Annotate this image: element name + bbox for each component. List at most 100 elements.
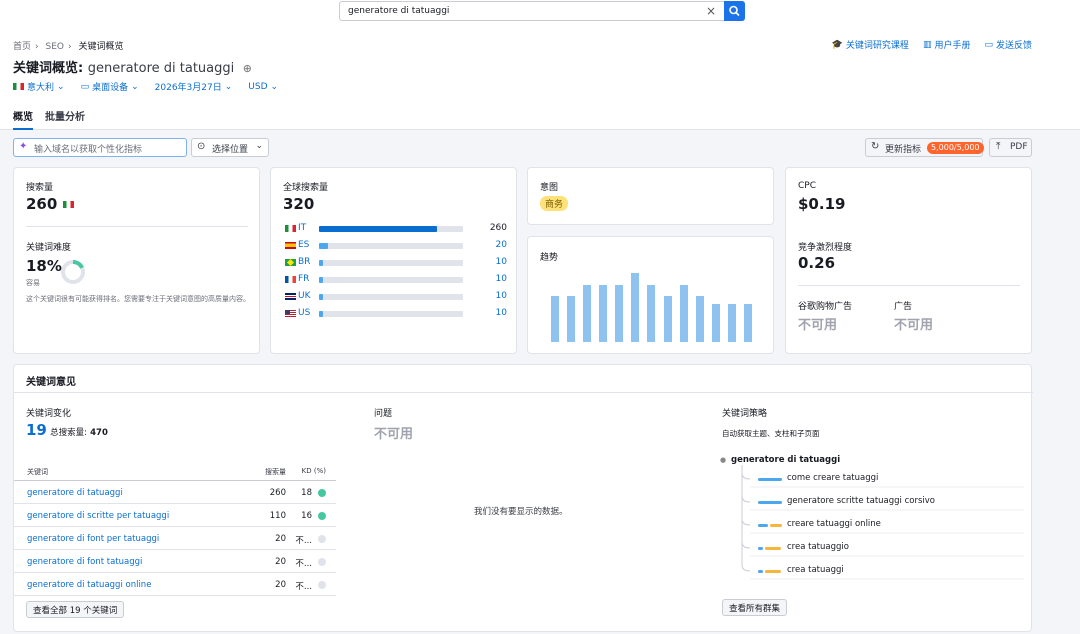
country-code[interactable]: BR <box>298 257 310 267</box>
tree-branch <box>741 465 751 503</box>
ads-label: 广告 <box>894 302 913 312</box>
difficulty-level: 容易 <box>26 279 40 287</box>
search-button[interactable] <box>724 1 745 21</box>
keyword-link[interactable]: generatore di tatuaggi <box>27 488 123 498</box>
intent-label: 意图 <box>540 183 559 193</box>
kd-dot-icon <box>318 535 326 543</box>
table-header: 关键词 搜索量 KD (%) <box>14 461 336 481</box>
manual-link-label: 用户手册 <box>934 41 971 51</box>
currency-filter[interactable]: USD ⌄ <box>248 80 278 93</box>
country-bar-fill <box>319 277 324 283</box>
table-row: generatore di tatuaggi online 20 不... <box>14 573 336 596</box>
trend-bar <box>615 285 624 342</box>
search-input[interactable]: generatore di tatuaggi <box>348 6 449 16</box>
pdf-button[interactable]: ⤒ PDF <box>989 138 1032 157</box>
tree-branch <box>741 465 751 480</box>
country-bar-fill <box>319 294 324 300</box>
clear-icon[interactable]: × <box>706 4 716 18</box>
tab-overview[interactable]: 概览 <box>13 108 33 130</box>
intent-card: 意图 商务 <box>527 167 774 225</box>
country-filter[interactable]: 意大利 ⌄ <box>13 80 65 93</box>
graduation-cap-icon: 🎓 <box>831 39 843 50</box>
us-flag-icon <box>285 310 296 317</box>
domain-input[interactable]: ✦ 输入域名以获取个性化指标 <box>13 138 187 157</box>
breadcrumb-home[interactable]: 首页 <box>13 42 31 52</box>
tab-bulk-analysis[interactable]: 批量分析 <box>45 108 85 130</box>
fr-flag-icon <box>285 276 296 283</box>
currency-label: USD <box>248 81 268 92</box>
variations-count[interactable]: 19 <box>26 421 47 439</box>
country-row: ES 20 <box>285 240 507 252</box>
questions-value: 不可用 <box>374 427 414 442</box>
strategy-child[interactable]: come creare tatuaggi <box>787 473 878 483</box>
divider <box>14 392 1033 393</box>
country-volume[interactable]: 10 <box>496 308 507 318</box>
breadcrumb-seo[interactable]: SEO <box>46 42 64 52</box>
country-volume[interactable]: 10 <box>496 291 507 301</box>
location-label: 选择位置 <box>212 145 249 155</box>
strategy-bar-segment <box>758 547 763 550</box>
page-title: 关键词概览: generatore di tatuaggi ⊕ <box>13 57 252 76</box>
location-pin-icon: ⊙ <box>197 141 206 152</box>
add-circle-icon[interactable]: ⊕ <box>243 62 252 75</box>
table-body: generatore di tatuaggi 260 18 generatore di… <box>14 481 336 596</box>
cpc-card: CPC $0.19 竞争激烈程度 0.26 谷歌购物广告 不可用 广告 不可用 <box>785 167 1032 354</box>
total-volume-value: 470 <box>90 428 108 438</box>
refresh-metrics-button[interactable]: ↻ 更新指标 5,000/5,000 <box>865 138 984 157</box>
keyword-link[interactable]: generatore di tatuaggi online <box>27 580 151 590</box>
strategy-bar-segment <box>765 547 781 550</box>
strategy-subtitle: 自动获取主题、支柱和子页面 <box>722 429 820 438</box>
title-prefix: 关键词概览: <box>13 61 84 76</box>
view-all-clusters-button[interactable]: 查看所有群集 <box>722 599 788 616</box>
strategy-bar-segment <box>770 524 782 527</box>
chevron-down-icon: ⌄ <box>270 81 279 92</box>
country-bar-fill <box>319 243 328 249</box>
chevron-right-icon: › <box>67 42 72 52</box>
date-filter[interactable]: 2026年3月27日 ⌄ <box>155 80 233 94</box>
manual-link[interactable]: ▥ 用户手册 <box>923 38 971 52</box>
country-volume[interactable]: 10 <box>496 274 507 284</box>
search-box[interactable]: generatore di tatuaggi × <box>339 1 745 21</box>
feedback-link[interactable]: ▭ 发送反馈 <box>984 38 1032 52</box>
trend-bar <box>550 296 559 342</box>
device-filter[interactable]: ▭ 桌面设备 ⌄ <box>81 80 139 94</box>
chevron-down-icon: ⌄ <box>57 81 65 92</box>
competition-value: 0.26 <box>798 254 836 272</box>
trend-bar <box>728 304 737 342</box>
country-code[interactable]: UK <box>298 291 311 301</box>
trend-card: 趋势 <box>527 236 774 354</box>
strategy-bar-segment <box>765 570 781 573</box>
country-volume[interactable]: 10 <box>496 257 507 267</box>
strategy-child[interactable]: creare tatuaggi online <box>787 519 881 529</box>
view-all-keywords-button[interactable]: 查看全部 19 个关键词 <box>26 601 125 618</box>
keyword-volume: 20 <box>275 580 286 590</box>
country-code[interactable]: US <box>298 308 310 318</box>
keyword-link[interactable]: generatore di font tatuaggi <box>27 557 142 567</box>
trend-label: 趋势 <box>540 253 559 263</box>
strategy-child[interactable]: generatore scritte tatuaggi corsivo <box>787 496 935 506</box>
strategy-child[interactable]: crea tatuaggi <box>787 565 844 575</box>
top-links: 🎓 关键词研究课程 ▥ 用户手册 ▭ 发送反馈 <box>831 38 1032 52</box>
strategy-tree: ● generatore di tatuaggi come creare tat… <box>714 451 1024 581</box>
keyword-volume: 110 <box>269 511 286 521</box>
country-row: IT 260 <box>285 223 507 235</box>
keyword-ideas-title: 关键词意见 <box>26 377 76 388</box>
country-volume[interactable]: 20 <box>496 240 507 250</box>
difficulty-note: 这个关键词很有可能获得排名。您需要专注于关键词意图的高质量内容。 <box>26 295 250 303</box>
keyword-kd: 不... <box>295 536 312 546</box>
keyword-volume: 20 <box>275 557 286 567</box>
trend-bar <box>663 296 672 342</box>
course-link[interactable]: 🎓 关键词研究课程 <box>831 38 909 52</box>
keyword-link[interactable]: generatore di font per tatuaggi <box>27 534 159 544</box>
strategy-child[interactable]: crea tatuaggio <box>787 542 849 552</box>
device-label: 桌面设备 <box>92 83 129 93</box>
strategy-root[interactable]: generatore di tatuaggi <box>731 455 840 465</box>
country-code[interactable]: IT <box>298 223 306 233</box>
country-bar-fill <box>319 226 438 232</box>
country-code[interactable]: FR <box>298 274 309 284</box>
country-code[interactable]: ES <box>298 240 309 250</box>
keyword-link[interactable]: generatore di scritte per tatuaggi <box>27 511 169 521</box>
location-select[interactable]: ⊙ 选择位置 ⌄ <box>191 138 269 157</box>
chevron-down-icon: ⌄ <box>131 81 139 92</box>
keyword-kd: 18 <box>301 488 312 498</box>
